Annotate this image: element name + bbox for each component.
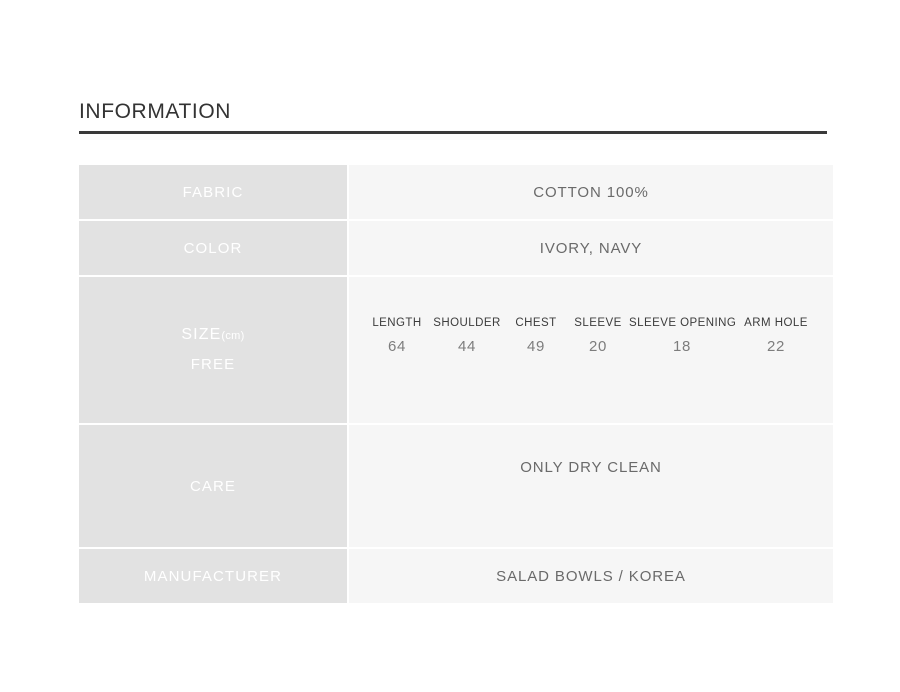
measure-header-chest: CHEST [515, 316, 557, 329]
row-label-care: CARE [79, 424, 349, 549]
row-label-manufacturer: MANUFACTURER [79, 548, 349, 605]
care-panel: ONLY DRY CLEAN [350, 426, 832, 546]
measure-header-sleeve: SLEEVE [574, 316, 622, 329]
measure-value-length: 64 [388, 337, 406, 355]
table-row: FABRIC COTTON 100% [79, 165, 833, 221]
table-row: CARE ONLY DRY CLEAN [79, 424, 833, 549]
title-divider [79, 131, 827, 134]
measure-value-sleeve-opening: 18 [673, 337, 691, 355]
measurement-table: LENGTH SHOULDER CHEST SLEEVE SLEEVE OPEN… [365, 314, 817, 361]
measurement-value-row: 64 44 49 20 18 22 [365, 331, 817, 361]
row-value-color: IVORY, NAVY [348, 220, 833, 277]
table-row: MANUFACTURER SALAD BOWLS / KOREA [79, 548, 833, 605]
row-value-fabric: COTTON 100% [348, 165, 833, 221]
measure-header-length: LENGTH [372, 316, 422, 329]
table-row: COLOR IVORY, NAVY [79, 220, 833, 277]
size-label-secondary: FREE [190, 356, 236, 374]
measure-header-arm-hole: ARM HOLE [744, 316, 808, 329]
measure-header-sleeve-opening: SLEEVE OPENING [629, 316, 737, 329]
row-value-manufacturer: SALAD BOWLS / KOREA [348, 548, 833, 605]
row-value-care: ONLY DRY CLEAN [348, 424, 833, 549]
size-label-primary: SIZE(cm) [80, 323, 346, 347]
row-label-size: SIZE(cm) FREE [79, 276, 349, 425]
row-label-fabric: FABRIC [79, 165, 349, 221]
measure-value-shoulder: 44 [458, 337, 476, 355]
table-row: SIZE(cm) FREE LENGTH SHOULDER CHEST SLEE… [79, 276, 833, 425]
measure-value-sleeve: 20 [589, 337, 607, 355]
row-label-color: COLOR [79, 220, 349, 277]
size-unit-label: (cm) [221, 330, 245, 343]
measure-value-chest: 49 [527, 337, 545, 355]
row-value-size: LENGTH SHOULDER CHEST SLEEVE SLEEVE OPEN… [348, 276, 833, 425]
measure-header-shoulder: SHOULDER [433, 316, 501, 329]
page-title: INFORMATION [79, 100, 232, 123]
care-instruction-text: ONLY DRY CLEAN [520, 459, 662, 476]
size-label-text: SIZE [181, 326, 222, 344]
measurement-panel: LENGTH SHOULDER CHEST SLEEVE SLEEVE OPEN… [350, 278, 832, 422]
measurement-header-row: LENGTH SHOULDER CHEST SLEEVE SLEEVE OPEN… [365, 314, 817, 331]
information-table: FABRIC COTTON 100% COLOR IVORY, NAVY SIZ… [79, 165, 833, 605]
measure-value-arm-hole: 22 [767, 337, 785, 355]
